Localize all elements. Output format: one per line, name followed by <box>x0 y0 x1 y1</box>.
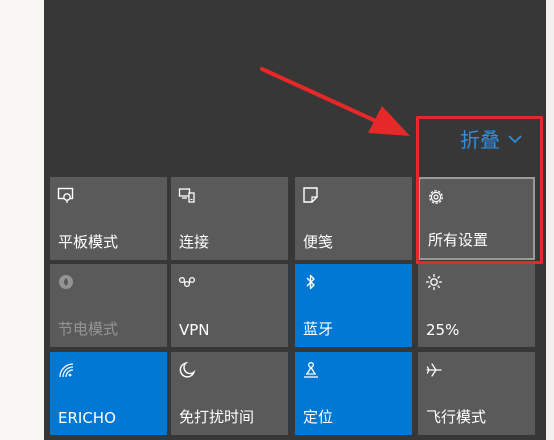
tile-connect[interactable]: 连接 <box>171 177 288 260</box>
tile-brightness[interactable]: 25% <box>418 264 535 347</box>
location-icon <box>304 362 318 378</box>
tile-label: ERICHO <box>58 409 116 427</box>
brightness-icon <box>425 273 443 291</box>
tile-tablet-mode[interactable]: 平板模式 <box>50 177 167 260</box>
tile-label: VPN <box>179 321 210 339</box>
annotation-highlight-box <box>416 116 543 264</box>
tile-label: 25% <box>426 321 460 339</box>
note-icon <box>303 187 318 203</box>
tile-wifi[interactable]: ERICHO <box>50 352 167 435</box>
connect-icon <box>178 188 195 203</box>
wifi-icon <box>59 363 74 378</box>
tile-location[interactable]: 定位 <box>295 352 412 435</box>
tile-vpn[interactable]: VPN <box>171 264 288 347</box>
airplane-icon <box>426 363 442 377</box>
tile-label: 节电模式 <box>58 320 119 338</box>
tile-battery-saver[interactable]: 节电模式 <box>50 264 167 347</box>
tile-airplane-mode[interactable]: 飞行模式 <box>418 352 535 435</box>
tile-label: 飞行模式 <box>426 408 487 426</box>
tile-label: 免打扰时间 <box>179 408 255 426</box>
tile-label: 便笺 <box>303 233 334 251</box>
tile-note[interactable]: 便笺 <box>295 177 412 260</box>
tile-label: 平板模式 <box>58 233 119 251</box>
tablet-mode-icon <box>57 187 74 203</box>
tile-bluetooth[interactable]: 蓝牙 <box>295 264 412 347</box>
moon-icon <box>179 361 196 378</box>
battery-saver-icon <box>59 275 73 289</box>
vpn-icon <box>178 276 196 288</box>
tile-quiet-hours[interactable]: 免打扰时间 <box>171 352 288 435</box>
tile-label: 连接 <box>179 233 210 251</box>
tile-label: 蓝牙 <box>303 320 334 338</box>
tile-label: 定位 <box>303 408 334 426</box>
bluetooth-icon <box>306 274 315 290</box>
